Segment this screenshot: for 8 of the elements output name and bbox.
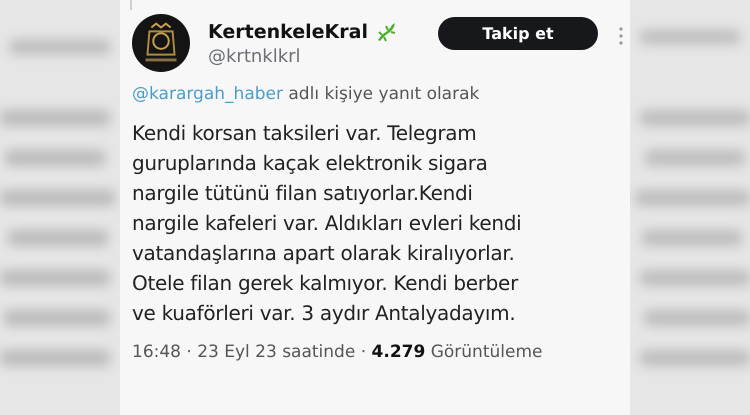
tweet-meta: 16:48 · 23 Eyl 23 saatinde · 4.279 Görüntüleme <box>132 342 544 362</box>
author-name[interactable]: KertenkeleKral <box>208 20 368 42</box>
follow-button[interactable]: Takip et <box>438 16 598 50</box>
reply-context: @karargah_haber adlı kişiye yanıt olarak <box>132 84 480 104</box>
author-handle[interactable]: @krtnklkrl <box>208 46 428 66</box>
avatar-icon[interactable] <box>132 14 190 72</box>
tweet-text: Kendi korsan taksileri var. Telegram guruplarında kaçak elektronik sigara nargile tütünü filan satıyorlar.Kendi nargile kafeleri var. Aldıkları evleri kendi vatandaşlarına apart olarak kiralıyorlar. Otele filan gerek kalmıyor. Kendi berber ve kuaförleri var. 3 aydır Antalyadayım. <box>132 120 522 327</box>
more-icon[interactable] <box>618 26 624 46</box>
